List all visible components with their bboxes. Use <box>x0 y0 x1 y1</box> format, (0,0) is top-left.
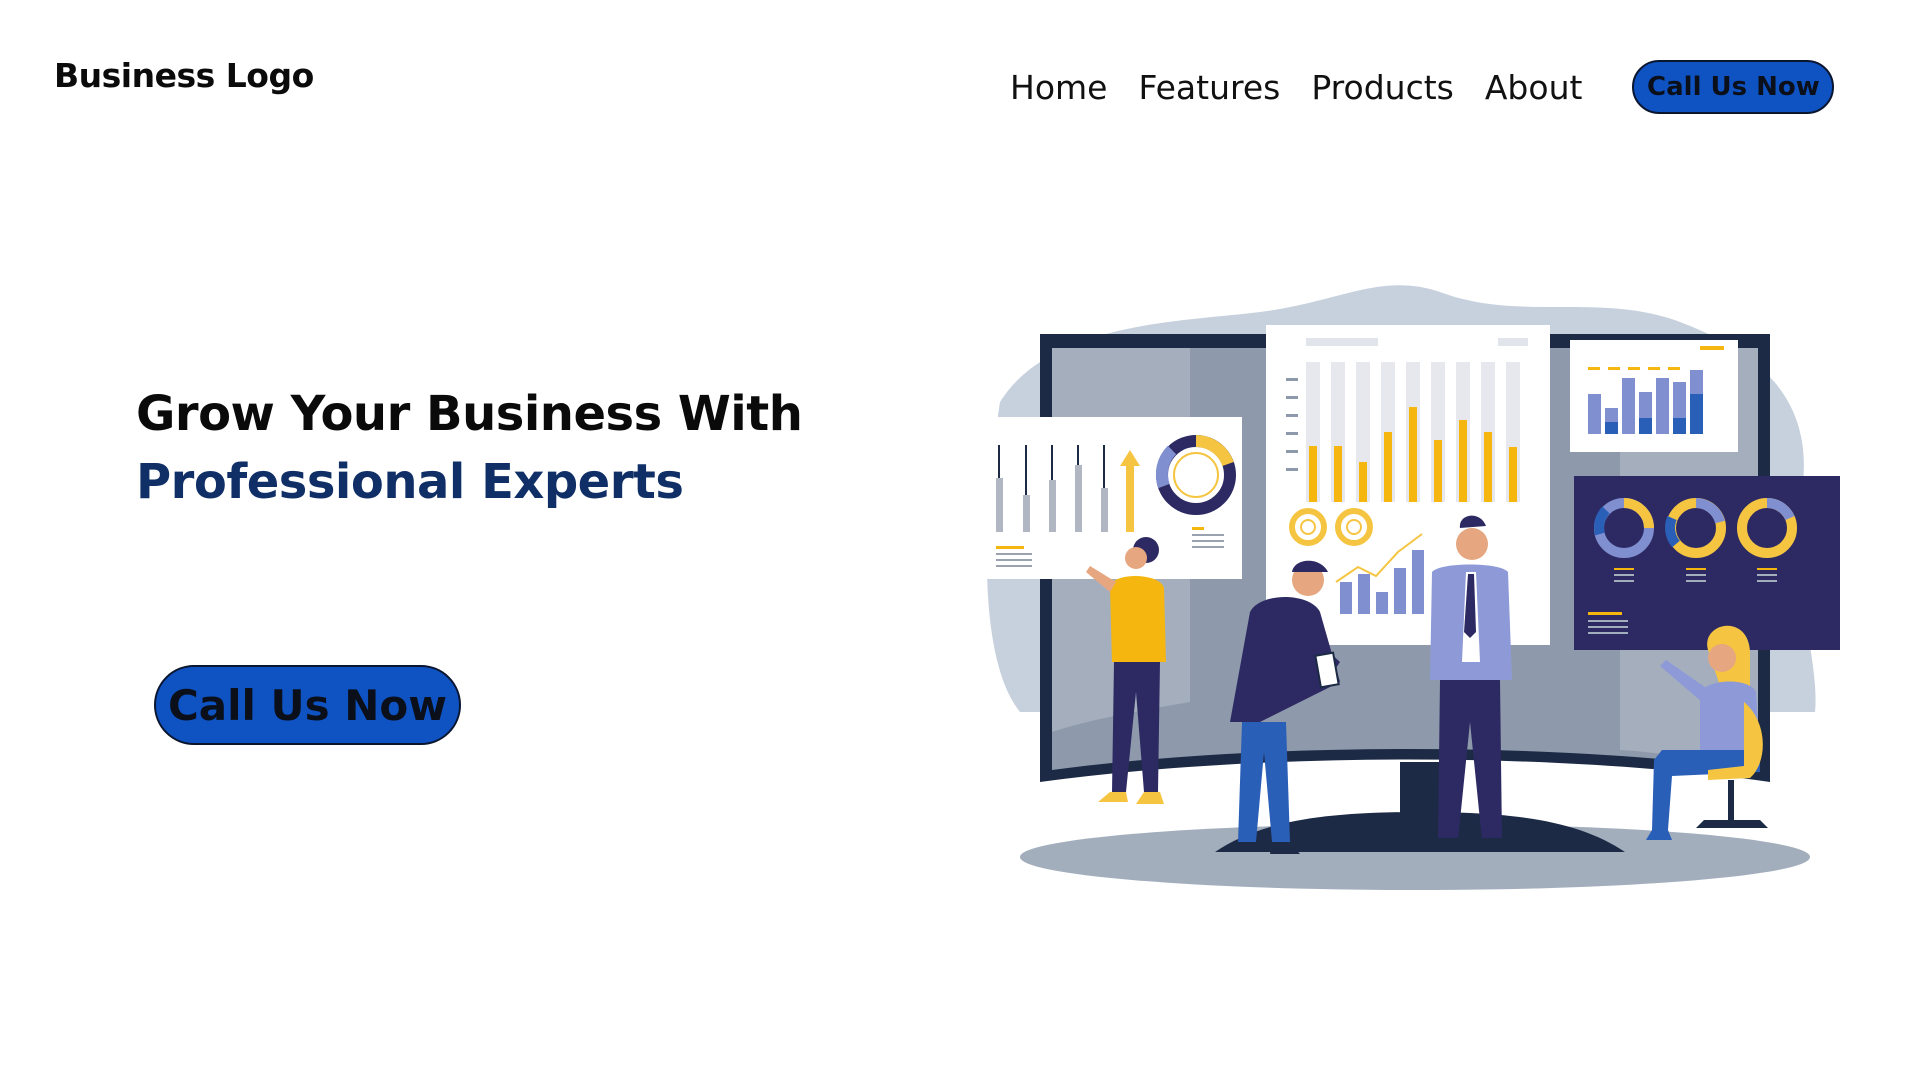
nav-home[interactable]: Home <box>1010 68 1107 107</box>
hero-title-line1: Grow Your Business With <box>136 386 803 442</box>
hero-heading: Grow Your Business With Professional Exp… <box>136 380 803 516</box>
business-logo[interactable]: Business Logo <box>54 56 314 95</box>
nav-call-us-button[interactable]: Call Us Now <box>1632 60 1835 114</box>
analytics-team-illustration <box>980 285 1840 890</box>
nav-features[interactable]: Features <box>1138 68 1280 107</box>
hero-call-us-button[interactable]: Call Us Now <box>154 665 461 745</box>
hero-title-line2: Professional Experts <box>136 454 684 510</box>
nav-about[interactable]: About <box>1485 68 1583 107</box>
nav-products[interactable]: Products <box>1311 68 1454 107</box>
main-nav: Home Features Products About Call Us Now <box>1010 60 1835 114</box>
